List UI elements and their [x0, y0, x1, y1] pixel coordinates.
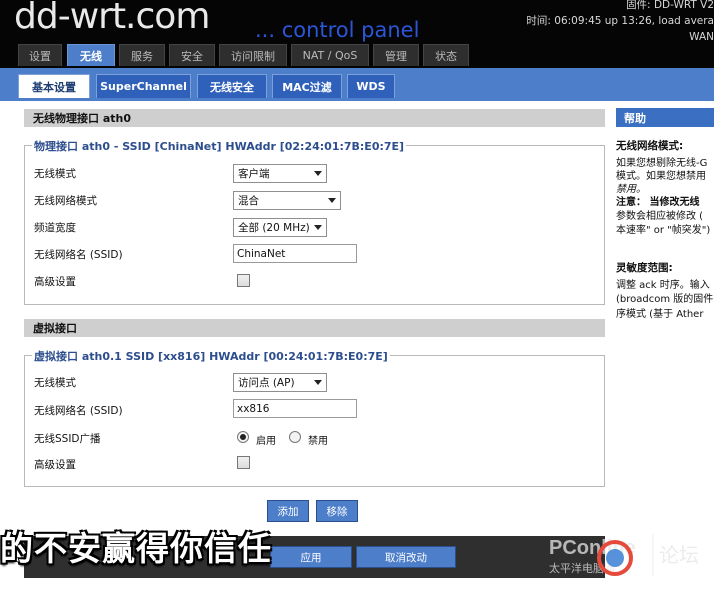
virtual-interface-legend: 虚拟接口 ath0.1 SSID [xx816] HWAddr [00:24:0…: [32, 348, 390, 364]
help-text-line: 如果您想剔除无线-G: [616, 158, 708, 169]
tab-security[interactable]: 安全: [169, 44, 215, 66]
virtual-advanced-settings-label: 高级设置: [34, 459, 76, 471]
help-text-line: 注意： 当修改无线: [616, 197, 700, 208]
physical-interface-legend: 物理接口 ath0 - SSID [ChinaNet] HWAddr [02:2…: [32, 138, 407, 154]
channel-width-label: 频道宽度: [34, 222, 76, 234]
wireless-mode-select[interactable]: 客户端: [233, 164, 327, 183]
virtual-wireless-mode-label: 无线模式: [34, 377, 76, 389]
channel-width-select[interactable]: 全部 (20 MHz): [233, 218, 327, 237]
cancel-changes-button[interactable]: 取消改动: [356, 546, 456, 568]
video-subtitle: 的不安赢得你信任: [0, 529, 272, 568]
advanced-settings-label: 高级设置: [34, 276, 76, 288]
help-text-line: 参数会相应被修改 (: [616, 211, 704, 222]
help-text-line: 禁用。: [616, 184, 646, 195]
chevron-down-icon: [314, 225, 322, 230]
ssid-broadcast-disable-label: 禁用: [308, 436, 328, 447]
subtab-basic-settings[interactable]: 基本设置: [18, 74, 90, 98]
help-text-line: (broadcom 版的固件: [616, 294, 714, 305]
chevron-down-icon: [314, 171, 322, 176]
add-button[interactable]: 添加: [267, 500, 309, 522]
network-mode-value: 混合: [238, 195, 259, 207]
time-line: 时间: 06:09:45 up 13:26, load avera: [526, 15, 714, 27]
physical-interface-heading: 无线物理接口 ath0: [24, 109, 605, 127]
virtual-advanced-settings-checkbox[interactable]: [237, 456, 250, 469]
tab-services[interactable]: 服务: [119, 44, 165, 66]
virtual-ssid-label: 无线网络名 (SSID): [34, 405, 123, 417]
ssid-label: 无线网络名 (SSID): [34, 249, 123, 261]
virtual-ssid-input[interactable]: xx816: [233, 399, 357, 418]
help-text-line: 模式。如果您想禁用: [616, 171, 706, 182]
logo: dd-wrt.com: [14, 0, 210, 37]
subtab-mac-filter[interactable]: MAC过滤: [272, 74, 342, 98]
tab-wireless[interactable]: 无线: [67, 44, 115, 66]
ssid-broadcast-enable-label: 启用: [256, 436, 276, 447]
help-text-line: 调整 ack 时序。输入: [616, 280, 710, 291]
ssid-input[interactable]: ChinaNet: [233, 244, 357, 263]
network-mode-select[interactable]: 混合: [233, 191, 341, 210]
firmware-line: 固件: DD-WRT V2: [626, 0, 714, 11]
virtual-wireless-mode-select[interactable]: 访问点 (AP): [233, 373, 327, 392]
tab-access-restrictions[interactable]: 访问限制: [219, 44, 287, 66]
router-info: 固件: DD-WRT V2 时间: 06:09:45 up 13:26, loa…: [526, 0, 714, 45]
help-title-sensitivity: 灵敏度范围:: [616, 262, 673, 274]
wireless-mode-value: 客户端: [238, 168, 270, 180]
wan-line: WAN: [689, 31, 714, 43]
network-mode-label: 无线网络模式: [34, 195, 97, 207]
tab-administration[interactable]: 管理: [373, 44, 419, 66]
advanced-settings-checkbox[interactable]: [237, 274, 250, 287]
chevron-down-icon: [314, 380, 322, 385]
ssid-broadcast-label: 无线SSID广播: [34, 433, 101, 445]
header: dd-wrt.com ... control panel 固件: DD-WRT …: [0, 0, 714, 68]
channel-width-value: 全部 (20 MHz): [238, 222, 310, 234]
virtual-wireless-mode-value: 访问点 (AP): [238, 377, 295, 389]
help-heading: 帮助: [616, 108, 714, 127]
swirl-icon-inner: [606, 549, 624, 567]
subtab-superchannel[interactable]: SuperChannel: [96, 74, 191, 98]
ssid-broadcast-enable-radio[interactable]: [237, 431, 249, 443]
tab-status[interactable]: 状态: [423, 44, 469, 66]
help-title-network-mode: 无线网络模式:: [616, 140, 684, 152]
help-panel: 帮助 无线网络模式: 如果您想剔除无线-G 模式。如果您想禁用 禁用。 注意： …: [612, 101, 714, 589]
help-text-line: 序模式 (基于 Ather: [616, 309, 704, 320]
tab-setup[interactable]: 设置: [18, 44, 62, 66]
subtab-wds[interactable]: WDS: [347, 74, 395, 98]
tab-nat-qos[interactable]: NAT / QoS: [291, 44, 369, 66]
wireless-mode-label: 无线模式: [34, 168, 76, 180]
control-panel-subtitle: ... control panel: [255, 18, 420, 42]
watermark-forum: 论坛: [659, 543, 699, 567]
ssid-broadcast-disable-radio[interactable]: [289, 431, 301, 443]
apply-button[interactable]: 应用: [270, 546, 352, 568]
help-text-line: 本速率" or "帧突发"): [616, 225, 711, 236]
sub-navigation: 基本设置 SuperChannel 无线安全 MAC过滤 WDS: [0, 68, 714, 101]
chevron-down-icon: [328, 198, 336, 203]
virtual-interface-heading: 虚拟接口: [24, 319, 605, 337]
remove-button[interactable]: 移除: [316, 500, 358, 522]
pconline-watermark: PConline 太平洋电脑网 论坛: [549, 534, 699, 576]
subtab-wireless-security[interactable]: 无线安全: [197, 74, 267, 98]
